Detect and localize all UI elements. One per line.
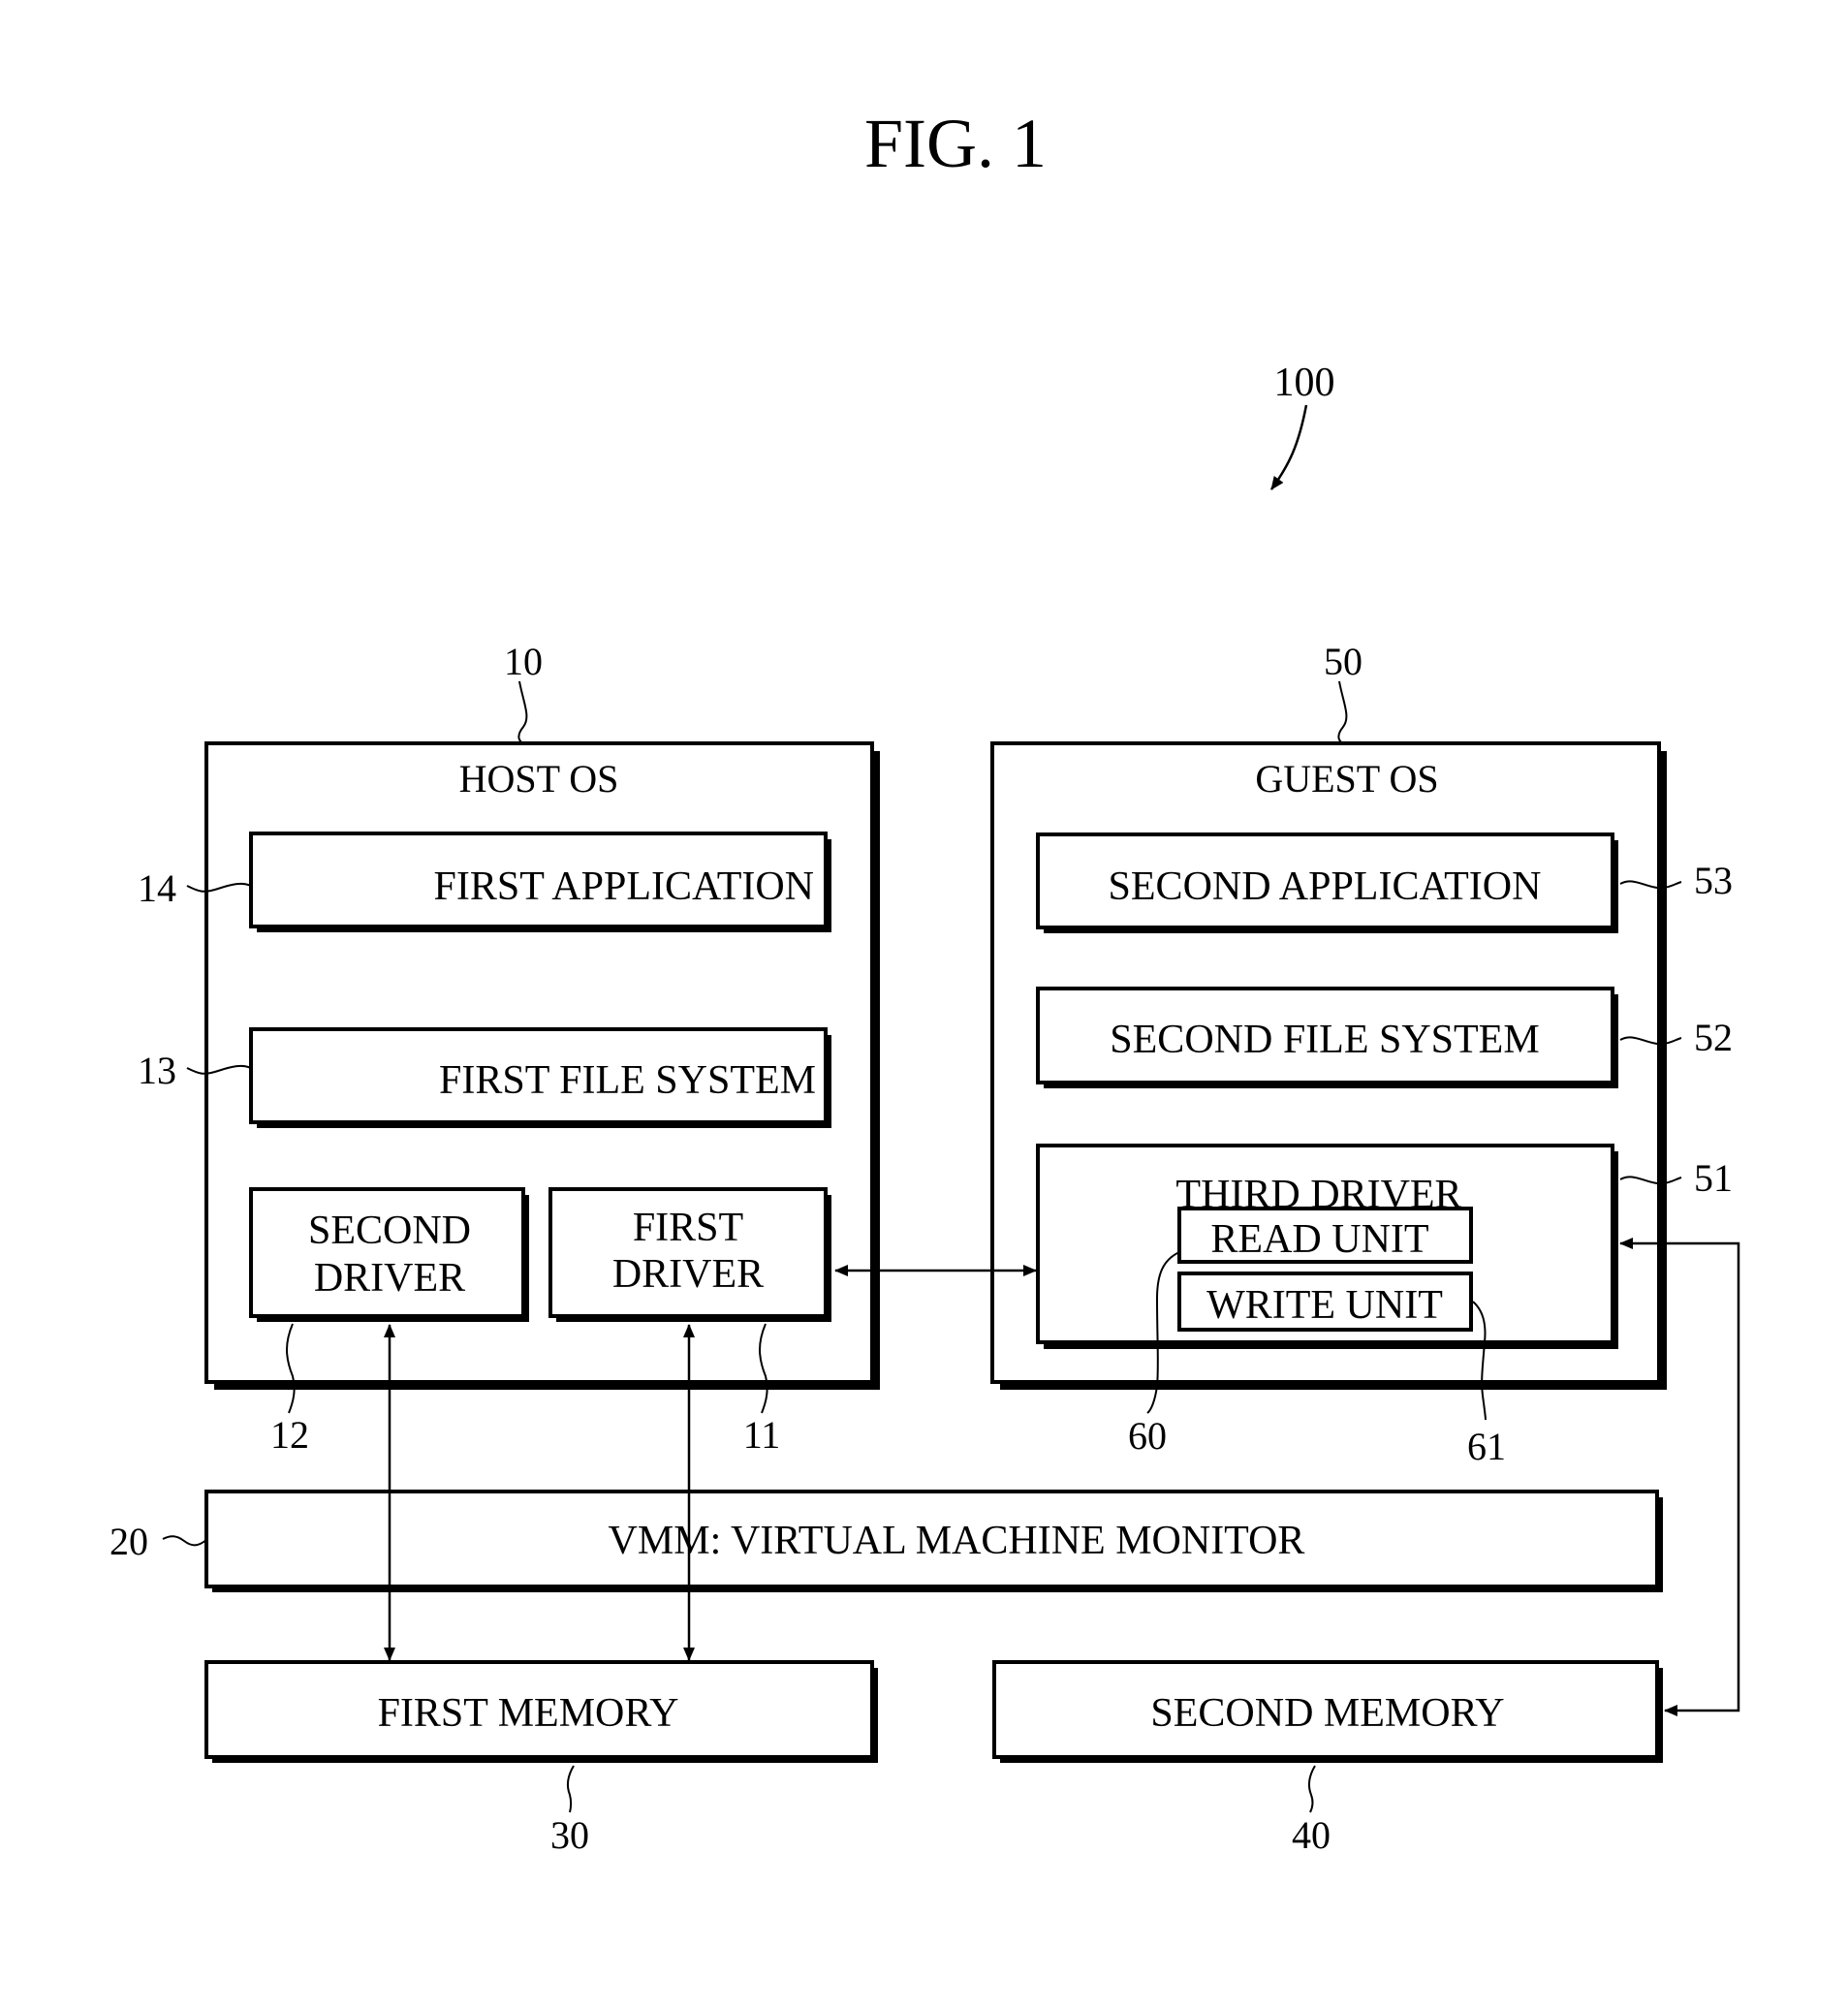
- guest-os-ref: 50: [1324, 640, 1363, 683]
- first-memory-leader: [566, 1765, 575, 1813]
- host-os-ref: 10: [504, 640, 543, 683]
- figure-title: FIG. 1: [864, 105, 1047, 182]
- second-application-ref: 53: [1694, 859, 1733, 902]
- first-application-label: FIRST APPLICATION: [434, 864, 814, 909]
- system-ref-arrow: [1269, 404, 1308, 490]
- guest-os-title: GUEST OS: [1255, 757, 1438, 801]
- first-memory-label: FIRST MEMORY: [378, 1691, 679, 1736]
- write-unit-label: WRITE UNIT: [1206, 1283, 1443, 1328]
- third-driver-ref: 51: [1694, 1156, 1733, 1200]
- first-driver-label-line1: FIRST: [633, 1206, 743, 1250]
- first-file-system-label: FIRST FILE SYSTEM: [439, 1058, 816, 1103]
- first-file-system-ref: 13: [138, 1049, 176, 1092]
- first-driver-ref: 11: [743, 1413, 781, 1457]
- second-driver-label-line1: SECOND: [308, 1209, 471, 1253]
- first-application-ref: 14: [138, 866, 176, 910]
- first-memory-ref: 30: [550, 1813, 589, 1857]
- second-driver-label-line2: DRIVER: [314, 1256, 465, 1301]
- host-os-title: HOST OS: [459, 757, 619, 801]
- second-file-system-ref: 52: [1694, 1016, 1733, 1059]
- vmm-ref: 20: [110, 1520, 148, 1563]
- system-ref-label: 100: [1274, 361, 1335, 405]
- second-memory-label: SECOND MEMORY: [1150, 1691, 1504, 1736]
- second-memory-leader: [1307, 1765, 1316, 1813]
- read-unit-label: READ UNIT: [1210, 1217, 1428, 1262]
- vmm-leader: [162, 1535, 207, 1547]
- read-unit-ref: 60: [1128, 1414, 1167, 1458]
- host-os-leader: [517, 680, 528, 744]
- second-memory-ref: 40: [1292, 1813, 1331, 1857]
- guest-os-leader: [1337, 680, 1348, 744]
- second-application-label: SECOND APPLICATION: [1109, 864, 1542, 909]
- write-unit-ref: 61: [1467, 1425, 1506, 1468]
- second-file-system-label: SECOND FILE SYSTEM: [1110, 1018, 1539, 1062]
- first-driver-label-line2: DRIVER: [612, 1252, 764, 1297]
- figure-canvas: FIG. 1 100 HOST OS 10 FIRST APPLICATION …: [110, 105, 1740, 1857]
- vmm-label: VMM: VIRTUAL MACHINE MONITOR: [609, 1519, 1305, 1563]
- second-driver-ref: 12: [270, 1413, 309, 1457]
